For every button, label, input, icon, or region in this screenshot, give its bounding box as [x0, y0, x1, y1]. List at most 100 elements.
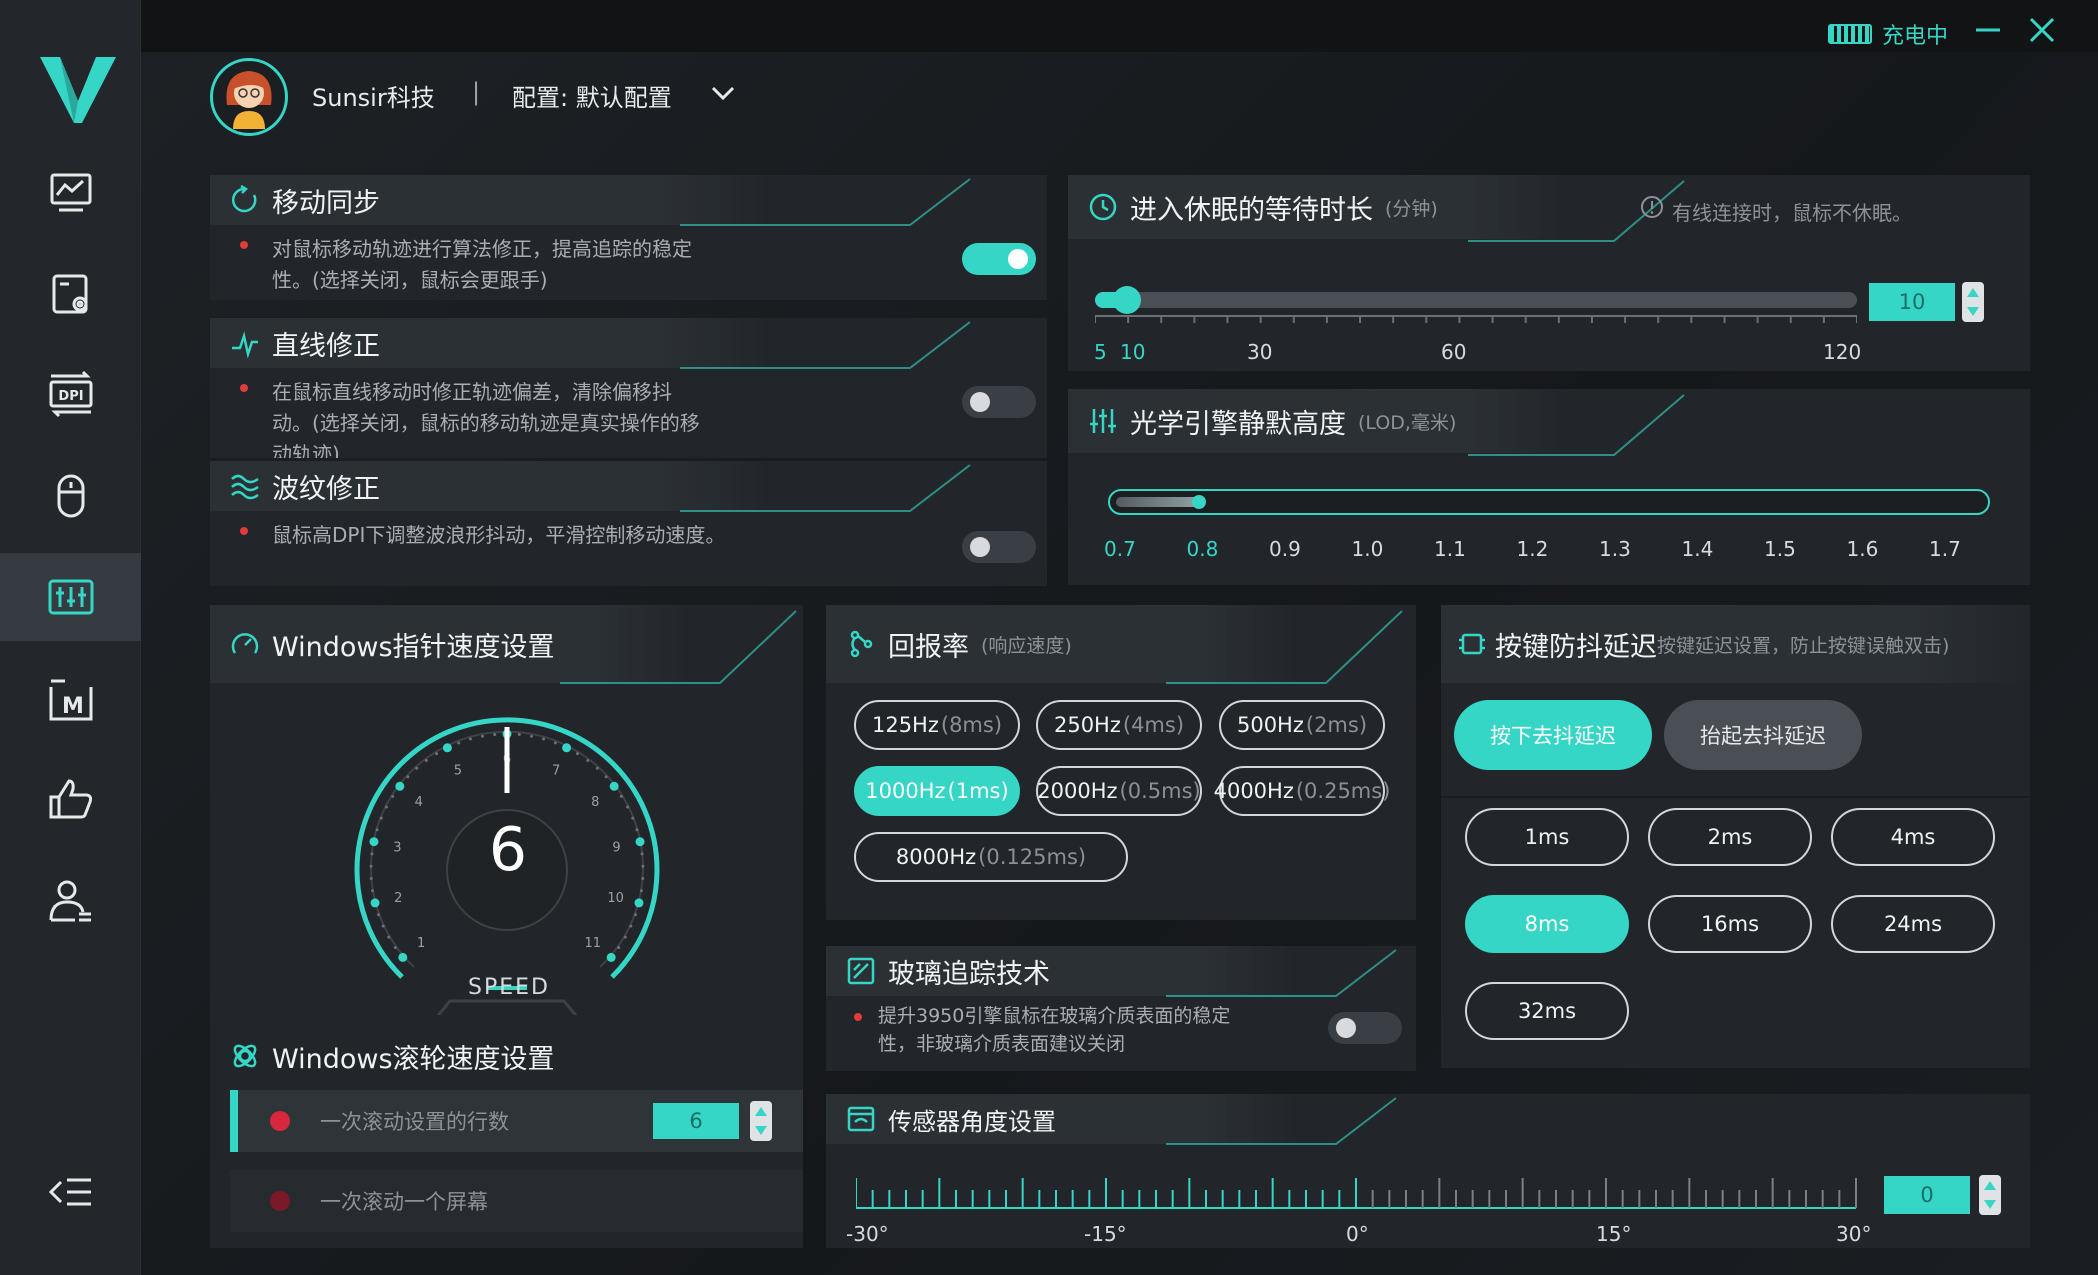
sleep-value-input[interactable]: 10	[1869, 283, 1955, 321]
nav-performance[interactable]	[0, 149, 141, 237]
user-icon	[49, 880, 91, 922]
debounce-option[interactable]: 16ms	[1648, 895, 1812, 953]
scroll-screen-radio[interactable]	[270, 1191, 290, 1211]
release-debounce-tab[interactable]: 抬起去抖延迟	[1664, 700, 1862, 770]
debounce-panel: 按键防抖延迟 按键延迟设置，防止按键误触双击) 按下去抖延迟 抬起去抖延迟 1m…	[1441, 605, 2030, 1068]
scroll-screen-option[interactable]: 一次滚动一个屏幕	[230, 1170, 803, 1232]
polling-rate-option[interactable]: 1000Hz (1ms)	[854, 766, 1020, 816]
polling-rate-option[interactable]: 250Hz (4ms)	[1036, 700, 1202, 750]
lod-label: 1.5	[1764, 537, 1796, 561]
glass-tracking-toggle[interactable]	[1328, 1012, 1402, 1044]
gauge-minor-dot	[415, 766, 419, 770]
scroll-lines-radio[interactable]	[270, 1111, 290, 1131]
lod-unit: (LOD,毫米)	[1358, 411, 1457, 434]
nav-dpi[interactable]: DPI	[0, 350, 141, 438]
sensor-icon	[847, 1106, 875, 1132]
motion-sync-panel: 移动同步 对鼠标移动轨迹进行算法修正，提高追踪的稳定 性。(选择关闭，鼠标会更跟…	[210, 175, 1047, 300]
glass-tracking-panel: 玻璃追踪技术 提升3950引擎鼠标在玻璃介质表面的稳定 性，非玻璃介质表面建议关…	[826, 946, 1416, 1071]
gauge-tick-label: 11	[585, 936, 602, 951]
menu-collapse-icon	[48, 1178, 91, 1206]
sensor-angle-stepper[interactable]	[1979, 1175, 2001, 1215]
nav-mouse[interactable]	[0, 452, 141, 540]
gauge-minor-dot	[623, 935, 627, 939]
lod-label: 1.3	[1599, 537, 1631, 561]
nav-display[interactable]	[0, 250, 141, 338]
gauge-tick-label: 8	[591, 795, 599, 810]
scroll-lines-stepper[interactable]	[750, 1101, 772, 1141]
polling-rate-option[interactable]: 125Hz (8ms)	[854, 700, 1020, 750]
gauge-minor-dot	[387, 935, 391, 939]
ripple-correction-toggle[interactable]	[962, 531, 1036, 563]
sensor-angle-input[interactable]: 0	[1884, 1176, 1970, 1214]
lod-label: 0.7	[1104, 537, 1136, 561]
ripple-correction-title: 波纹修正	[272, 473, 380, 505]
header-accent	[1166, 1097, 1397, 1145]
polling-rate-hz: 1000Hz	[865, 779, 946, 803]
polling-rate-option[interactable]: 4000Hz (0.25ms)	[1214, 766, 1390, 816]
polling-rate-ms: (0.5ms)	[1119, 779, 1201, 803]
press-debounce-tab[interactable]: 按下去抖延迟	[1454, 700, 1652, 770]
angle-label-neg15: -15°	[1084, 1222, 1127, 1246]
polling-rate-option[interactable]: 8000Hz (0.125ms)	[854, 832, 1128, 882]
gauge-minor-dot	[626, 805, 630, 809]
collapse-menu-button[interactable]	[0, 1148, 141, 1236]
scroll-lines-input[interactable]: 6	[653, 1103, 739, 1139]
angle-label-0: 0°	[1346, 1222, 1369, 1246]
polling-rate-option[interactable]: 2000Hz (0.5ms)	[1036, 766, 1202, 816]
polling-rate-option[interactable]: 500Hz (2ms)	[1219, 700, 1385, 750]
close-button[interactable]	[2026, 14, 2058, 46]
lod-label: 1.7	[1929, 537, 1961, 561]
header-accent	[1468, 394, 1685, 456]
gauge-minor-dot	[369, 864, 373, 868]
polling-rate-ms: (0.125ms)	[978, 845, 1087, 869]
gauge-minor-dot	[517, 733, 521, 737]
sleep-panel: 进入休眠的等待时长 (分钟) 有线连接时，鼠标不休眠。 5 10 30 60 1…	[1068, 175, 2030, 371]
sleep-value-stepper[interactable]	[1962, 282, 1984, 322]
gauge-minor-dot	[435, 752, 439, 756]
thumbs-up-icon	[49, 779, 92, 819]
sleep-label-5: 5	[1094, 340, 1107, 364]
gauge-minor-dot	[641, 877, 645, 881]
gauge-minor-dot	[381, 924, 385, 928]
polling-rate-panel: 回报率 (响应速度) 125Hz (8ms) 250Hz (4ms) 500Hz (2ms…	[826, 605, 1416, 920]
debounce-option[interactable]: 8ms	[1465, 895, 1629, 953]
minimize-button[interactable]	[1972, 14, 2004, 46]
motion-sync-toggle[interactable]	[962, 243, 1036, 275]
debounce-option[interactable]: 24ms	[1831, 895, 1995, 953]
line-correction-toggle[interactable]	[962, 386, 1036, 418]
close-icon	[2029, 17, 2055, 43]
debounce-option[interactable]: 32ms	[1465, 982, 1629, 1040]
avatar[interactable]	[210, 58, 288, 136]
debounce-option[interactable]: 1ms	[1465, 808, 1629, 866]
nav-macro[interactable]: M	[0, 655, 141, 743]
angle-label-neg30: -30°	[846, 1222, 889, 1246]
header-accent	[680, 178, 971, 226]
nav-recommend[interactable]	[0, 755, 141, 843]
gauge-minor-dot	[595, 766, 599, 770]
gauge-minor-dot	[586, 759, 590, 763]
sleep-slider-thumb[interactable]	[1113, 286, 1141, 314]
sensor-angle-ruler[interactable]	[856, 1174, 1868, 1214]
gauge-minor-dot	[604, 775, 608, 779]
nav-advanced[interactable]	[0, 553, 141, 641]
debounce-option[interactable]: 4ms	[1831, 808, 1995, 866]
chevron-down-icon[interactable]	[710, 84, 736, 102]
header-separator: |	[472, 78, 481, 106]
ripple-correction-bullet	[240, 527, 248, 535]
nav-account[interactable]	[0, 856, 141, 944]
debounce-title: 按键防抖延迟	[1495, 631, 1657, 663]
debounce-option[interactable]: 2ms	[1648, 808, 1812, 866]
angle-label-30: 30°	[1836, 1222, 1872, 1246]
glass-tracking-desc-1: 提升3950引擎鼠标在玻璃介质表面的稳定	[878, 1005, 1231, 1027]
pointer-speed-panel: Windows指针速度设置 1 2 3 4 5 6 7 8 9 10 11 6 SPEED Wind…	[210, 605, 803, 1248]
line-correction-desc-3: 动轨迹)	[272, 442, 340, 458]
sleep-slider-track[interactable]	[1095, 286, 1857, 314]
gauge-dot	[609, 781, 619, 791]
sensor-angle-panel: 传感器角度设置 -30° -15° 0° 15° 30° 0	[826, 1094, 2030, 1248]
lod-slider-track[interactable]	[1108, 489, 1990, 515]
config-selector[interactable]: 配置: 默认配置	[512, 78, 672, 113]
gauge-minor-dot	[542, 737, 546, 741]
lod-slider-thumb[interactable]	[1192, 495, 1206, 509]
lod-label: 1.1	[1434, 537, 1466, 561]
line-correction-desc-1: 在鼠标直线移动时修正轨迹偏差，清除偏移抖	[272, 380, 672, 404]
